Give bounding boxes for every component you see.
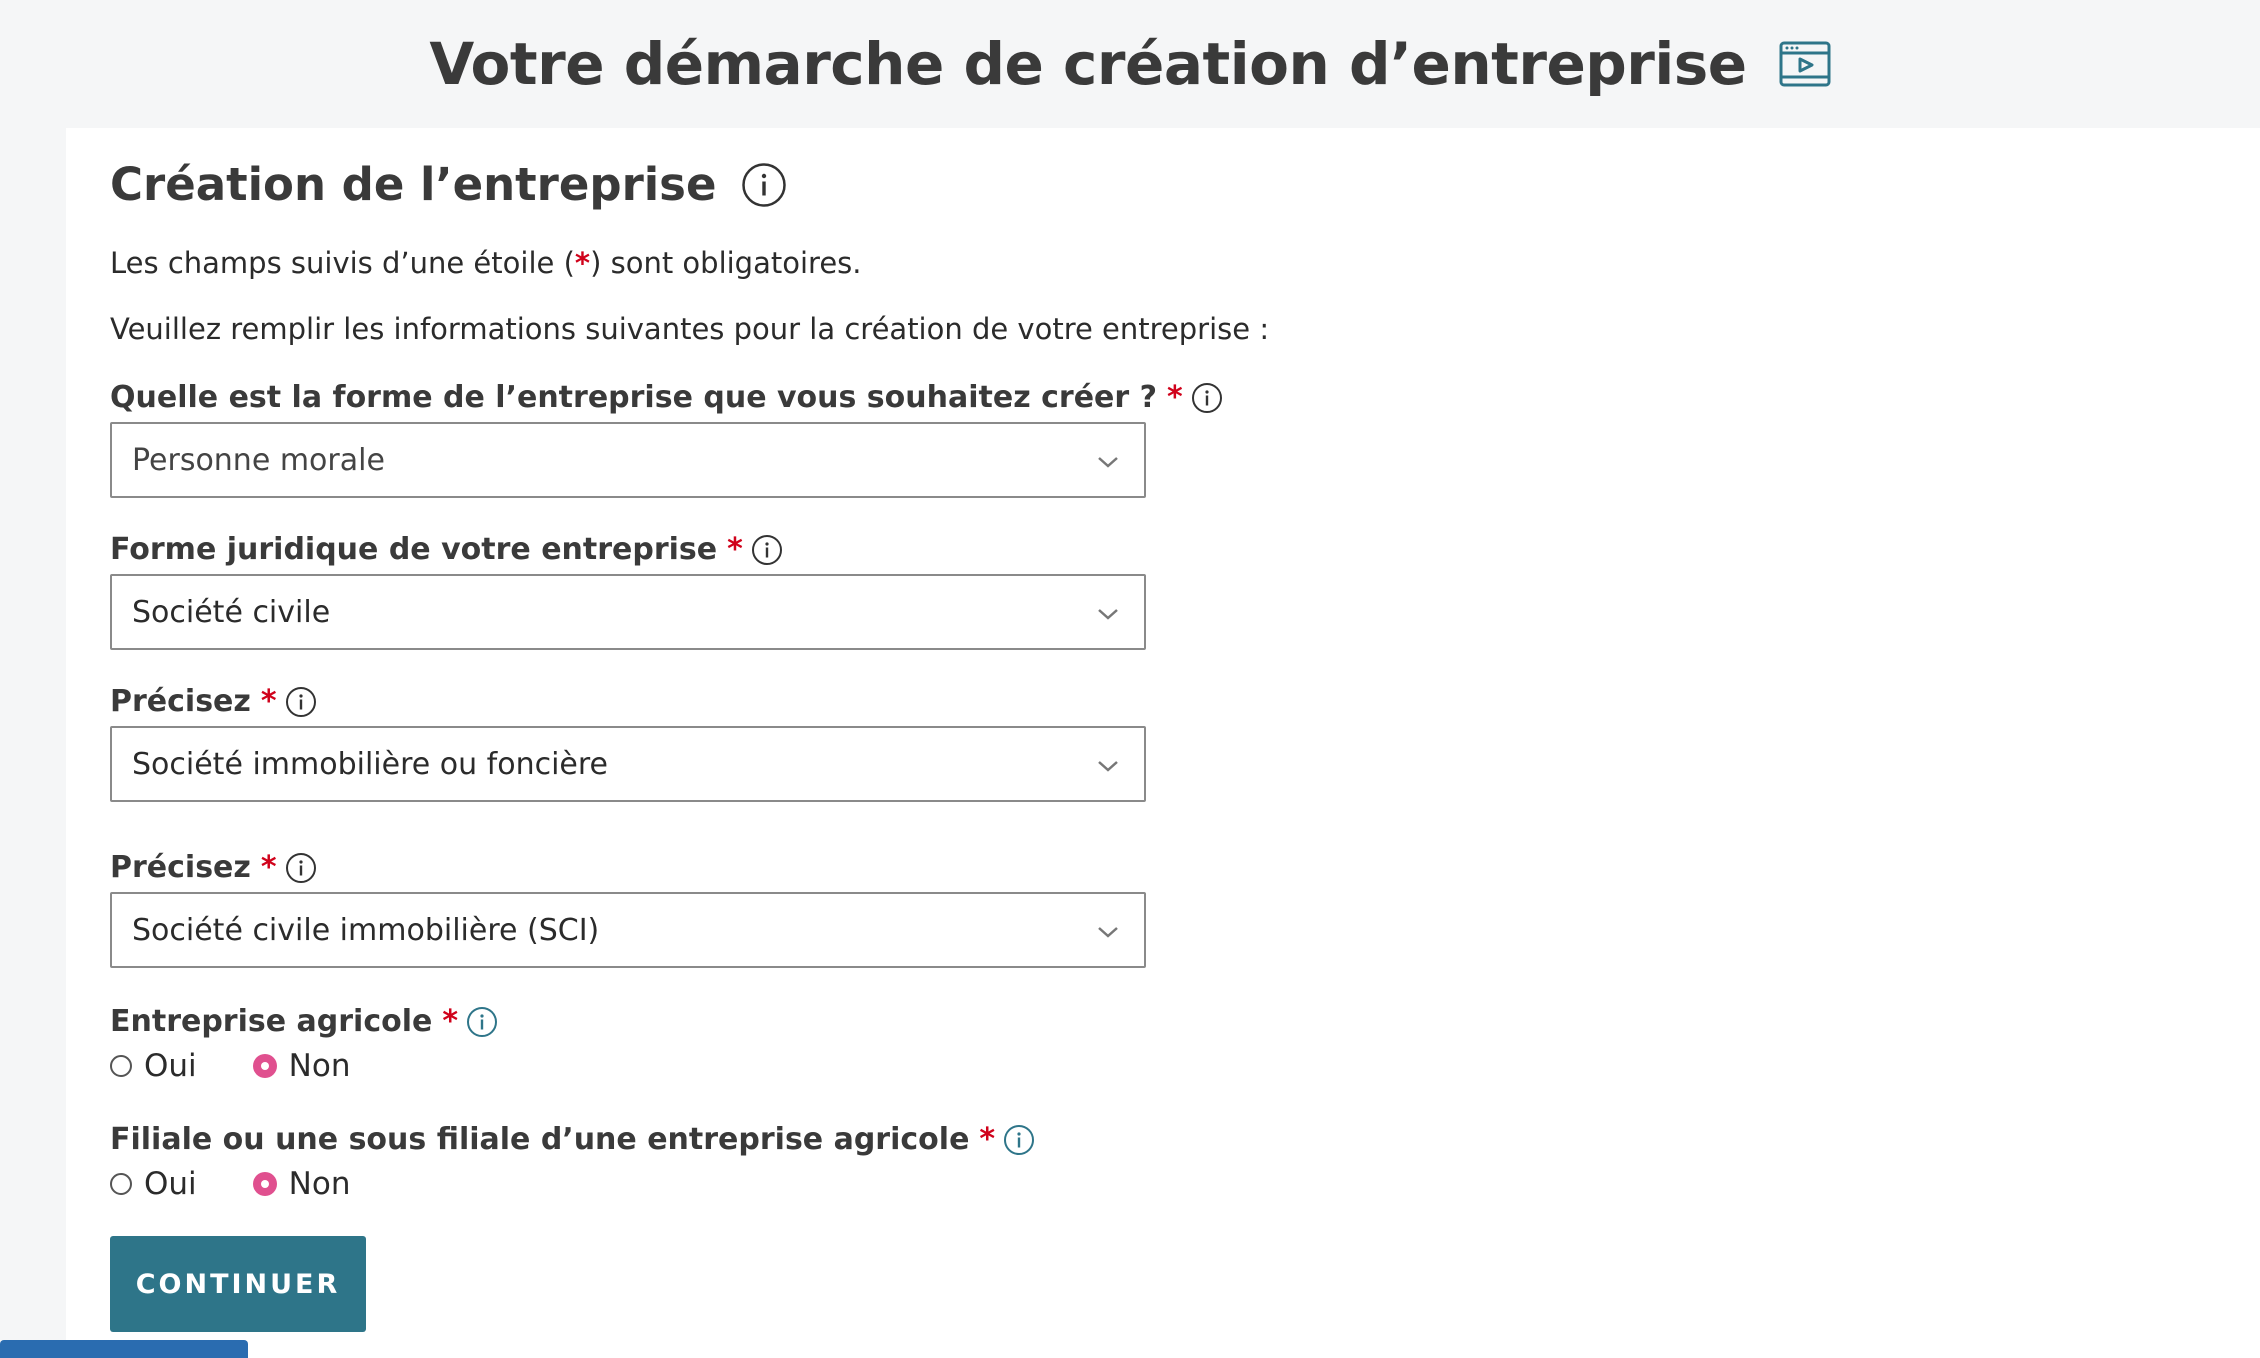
forme-juridique-label-text: Forme juridique de votre entreprise: [110, 532, 718, 567]
filiale-radio-group: Oui Non: [110, 1166, 350, 1202]
radio-unchecked-icon: [110, 1055, 132, 1077]
forme-select[interactable]: Personne morale: [110, 422, 1146, 498]
chevron-down-icon: [1094, 448, 1122, 476]
radio-label: Non: [288, 1048, 351, 1084]
chevron-down-icon: [1094, 600, 1122, 628]
precisez-1-label-text: Précisez: [110, 684, 251, 719]
required-note-suffix: ) sont obligatoires.: [590, 246, 862, 280]
precisez-2-label-text: Précisez: [110, 850, 251, 885]
filiale-label-text: Filiale ou une sous filiale d’une entrep…: [110, 1122, 970, 1157]
info-icon[interactable]: [285, 686, 317, 718]
agricole-radio-oui[interactable]: Oui: [110, 1048, 197, 1084]
required-star: *: [260, 850, 277, 885]
forme-juridique-label: Forme juridique de votre entreprise *: [110, 532, 783, 568]
forme-label: Quelle est la forme de l’entreprise que …: [110, 380, 1223, 416]
form-panel: Création de l’entreprise Les champs suiv…: [66, 128, 2260, 1358]
forme-juridique-select-value: Société civile: [132, 594, 331, 630]
forme-select-value: Personne morale: [132, 442, 385, 478]
page-title: Votre démarche de création d’entreprise: [429, 30, 1747, 98]
precisez-1-select[interactable]: Société immobilière ou foncière: [110, 726, 1146, 802]
precisez-2-label: Précisez *: [110, 850, 317, 886]
required-star: *: [442, 1004, 459, 1039]
info-icon[interactable]: [1191, 382, 1223, 414]
required-note-prefix: Les champs suivis d’une étoile (: [110, 246, 575, 280]
required-star: *: [574, 246, 591, 280]
page-header: Votre démarche de création d’entreprise: [0, 0, 2260, 128]
precisez-2-select[interactable]: Société civile immobilière (SCI): [110, 892, 1146, 968]
continue-button[interactable]: CONTINUER: [110, 1236, 366, 1332]
precisez-2-select-value: Société civile immobilière (SCI): [132, 912, 600, 948]
bottom-tab-edge[interactable]: [0, 1340, 248, 1358]
section-title: Création de l’entreprise: [110, 158, 787, 212]
filiale-radio-oui[interactable]: Oui: [110, 1166, 197, 1202]
required-fields-note: Les champs suivis d’une étoile (*) sont …: [110, 246, 861, 281]
radio-label: Oui: [144, 1048, 197, 1084]
filiale-label: Filiale ou une sous filiale d’une entrep…: [110, 1122, 1035, 1158]
chevron-down-icon: [1094, 752, 1122, 780]
video-tutorial-icon[interactable]: [1779, 41, 1831, 87]
instructions-text: Veuillez remplir les informations suivan…: [110, 312, 1270, 346]
agricole-radio-non[interactable]: Non: [252, 1048, 351, 1084]
radio-label: Non: [288, 1166, 351, 1202]
radio-checked-icon: [252, 1172, 277, 1196]
radio-label: Oui: [144, 1166, 197, 1202]
precisez-1-label: Précisez *: [110, 684, 317, 720]
section-title-text: Création de l’entreprise: [110, 158, 717, 211]
required-star: *: [727, 532, 743, 567]
required-star: *: [979, 1122, 996, 1157]
info-icon[interactable]: [285, 852, 317, 884]
radio-unchecked-icon: [110, 1173, 132, 1195]
filiale-radio-non[interactable]: Non: [252, 1166, 351, 1202]
radio-checked-icon: [252, 1054, 277, 1078]
info-icon[interactable]: [751, 534, 783, 566]
agricole-label: Entreprise agricole *: [110, 1004, 498, 1040]
precisez-1-select-value: Société immobilière ou foncière: [132, 746, 609, 782]
forme-juridique-select[interactable]: Société civile: [110, 574, 1146, 650]
info-icon[interactable]: [466, 1006, 498, 1038]
agricole-label-text: Entreprise agricole: [110, 1004, 433, 1039]
forme-label-text: Quelle est la forme de l’entreprise que …: [110, 380, 1158, 415]
chevron-down-icon: [1094, 918, 1122, 946]
info-icon[interactable]: [1003, 1124, 1035, 1156]
info-icon[interactable]: [741, 162, 787, 208]
agricole-radio-group: Oui Non: [110, 1048, 350, 1084]
required-star: *: [260, 684, 277, 719]
required-star: *: [1167, 380, 1183, 415]
